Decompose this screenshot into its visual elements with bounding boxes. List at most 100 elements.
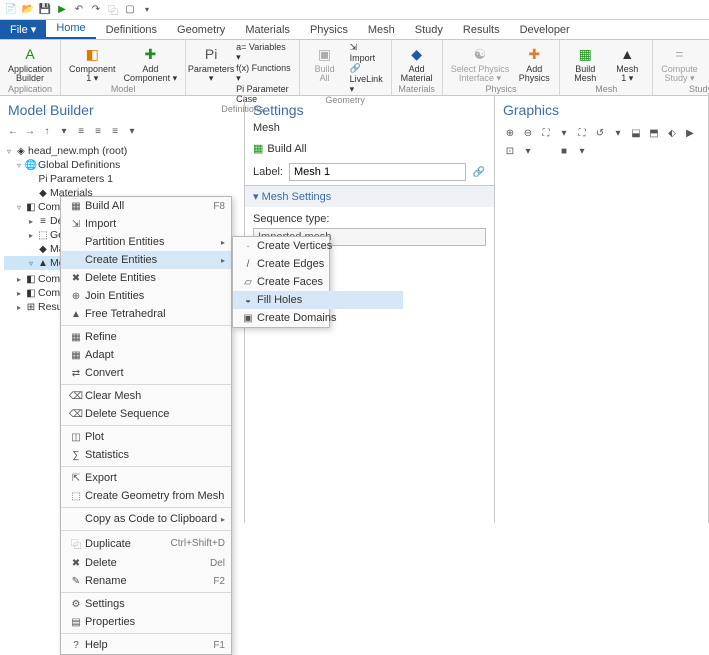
tree-node[interactable]: ▿◈head_new.mph (root) — [4, 144, 240, 158]
tab-home[interactable]: Home — [46, 19, 95, 39]
gx-tb-icon[interactable]: ↺ — [593, 126, 607, 140]
menu-join-entities[interactable]: ⊕Join Entities — [61, 287, 231, 305]
undo-icon[interactable]: ↶ — [72, 3, 86, 17]
mb-tb-icon[interactable]: ≡ — [108, 124, 122, 138]
gx-tb-icon[interactable] — [539, 144, 553, 158]
gx-tb-icon[interactable]: ⬓ — [629, 126, 643, 140]
ribbon-add[interactable]: ✚Add Component ▾ — [122, 42, 180, 84]
copy-icon[interactable]: ⿻ — [106, 3, 120, 17]
gx-tb-icon[interactable]: ▶ — [683, 126, 697, 140]
gx-tb-icon[interactable]: ▾ — [575, 144, 589, 158]
ribbon-stack-item[interactable]: 🔗 LiveLink ▾ — [348, 63, 385, 95]
play-icon[interactable]: ▶ — [55, 3, 69, 17]
open-icon[interactable]: 📂 — [21, 3, 35, 17]
quick-access-toolbar: 📄 📂 💾 ▶ ↶ ↷ ⿻ ▢ ▾ — [0, 0, 709, 20]
menu-partition-entities[interactable]: Partition Entities▸ — [61, 233, 231, 251]
ribbon-component[interactable]: ◧Component 1 ▾ — [67, 42, 118, 84]
menu-delete-sequence[interactable]: ⌫Delete Sequence — [61, 405, 231, 423]
model-builder-title: Model Builder — [8, 102, 236, 118]
gx-tb-icon[interactable]: ⊕ — [503, 126, 517, 140]
menu-properties[interactable]: ▤Properties — [61, 613, 231, 631]
doc-icon[interactable]: 📄 — [4, 3, 18, 17]
paste-icon[interactable]: ▢ — [123, 3, 137, 17]
sequence-type-label: Sequence type: — [253, 213, 486, 225]
menu-delete-entities[interactable]: ✖Delete Entities — [61, 269, 231, 287]
mb-tb-icon[interactable]: → — [23, 124, 37, 138]
ribbon-stack-item[interactable]: f(x) Functions ▾ — [234, 63, 293, 84]
ribbon-compute: =Compute Study ▾ — [659, 42, 700, 84]
mb-tb-icon[interactable]: ≡ — [74, 124, 88, 138]
model-builder-toolbar: ←→↑▾≡≡≡▾ — [0, 122, 244, 140]
tab-physics[interactable]: Physics — [300, 21, 358, 39]
save-icon[interactable]: 💾 — [38, 3, 52, 17]
dropdown-icon[interactable]: ▾ — [140, 3, 154, 17]
ribbon-stack-item[interactable]: a= Variables ▾ — [234, 42, 293, 63]
mb-tb-icon[interactable]: ≡ — [91, 124, 105, 138]
menu-adapt[interactable]: ▦Adapt — [61, 346, 231, 364]
menu-clear-mesh[interactable]: ⌫Clear Mesh — [61, 387, 231, 405]
gx-tb-icon[interactable]: ⬖ — [665, 126, 679, 140]
menu-help[interactable]: ?HelpF1 — [61, 636, 231, 654]
menu-create-vertices[interactable]: ·Create Vertices — [233, 237, 403, 255]
menu-refine[interactable]: ▦Refine — [61, 328, 231, 346]
menu-build-all[interactable]: ▦Build AllF8 — [61, 197, 231, 215]
gx-tb-icon[interactable]: ⛶ — [575, 126, 589, 140]
tab-study[interactable]: Study — [405, 21, 453, 39]
mb-tb-icon[interactable]: ▾ — [57, 124, 71, 138]
mb-tb-icon[interactable]: ↑ — [40, 124, 54, 138]
ribbon-application[interactable]: AApplication Builder — [6, 42, 54, 84]
gx-tb-icon[interactable]: ⬒ — [647, 126, 661, 140]
ribbon-add[interactable]: ◆Add Material — [398, 42, 436, 84]
build-all-button[interactable]: ▦Build All — [245, 138, 494, 159]
menu-convert[interactable]: ⇄Convert — [61, 364, 231, 382]
menu-copy-as-code-to-clipboard[interactable]: Copy as Code to Clipboard▸ — [61, 510, 231, 528]
menu-plot[interactable]: ◫Plot — [61, 428, 231, 446]
menu-import[interactable]: ⇲Import — [61, 215, 231, 233]
ribbon-build[interactable]: ▦Build Mesh — [566, 42, 604, 84]
tree-node[interactable]: ▿🌐Global Definitions — [4, 158, 240, 172]
ribbon-parameters[interactable]: PiParameters ▾ — [192, 42, 230, 104]
menu-create-faces[interactable]: ▱Create Faces — [233, 273, 403, 291]
tab-definitions[interactable]: Definitions — [96, 21, 167, 39]
settings-subtitle: Mesh — [245, 122, 494, 138]
gx-tb-icon[interactable]: ▾ — [611, 126, 625, 140]
menu-free-tetrahedral[interactable]: ▲Free Tetrahedral — [61, 305, 231, 323]
mb-tb-icon[interactable]: ▾ — [125, 124, 139, 138]
tab-geometry[interactable]: Geometry — [167, 21, 235, 39]
redo-icon[interactable]: ↷ — [89, 3, 103, 17]
gx-tb-icon[interactable]: ▾ — [521, 144, 535, 158]
menu-rename[interactable]: ✎RenameF2 — [61, 572, 231, 590]
label-link-icon[interactable]: 🔗 — [472, 165, 486, 179]
menu-create-entities[interactable]: Create Entities▸ — [61, 251, 231, 269]
tab-mesh[interactable]: Mesh — [358, 21, 405, 39]
menu-create-geometry-from-mesh[interactable]: ⬚Create Geometry from Mesh — [61, 487, 231, 505]
graphics-toolbar: ⊕ ⊖ ⛶ ▾ ⛶ ↺ ▾ ⬓ ⬒ ⬖ ▶ ⊡ ▾ ■ ▾ — [495, 122, 708, 162]
menu-create-edges[interactable]: /Create Edges — [233, 255, 403, 273]
tab-results[interactable]: Results — [453, 21, 510, 39]
gx-tb-icon[interactable]: ⊡ — [503, 144, 517, 158]
menu-fill-holes[interactable]: ◒Fill Holes — [233, 291, 403, 309]
menu-delete[interactable]: ✖DeleteDel — [61, 554, 231, 572]
tab-developer[interactable]: Developer — [510, 21, 580, 39]
label-input[interactable] — [289, 163, 466, 181]
gx-tb-icon[interactable]: ■ — [557, 144, 571, 158]
ribbon-add[interactable]: ✚Add Physics — [515, 42, 553, 84]
menu-duplicate[interactable]: ⿻DuplicateCtrl+Shift+D — [61, 533, 231, 554]
ribbon-stack-item[interactable]: ⇲ Import — [348, 42, 385, 63]
gx-tb-icon[interactable]: ⛶ — [539, 126, 553, 140]
mesh-settings-section[interactable]: ▾ Mesh Settings — [245, 186, 494, 207]
ribbon-add[interactable]: ✚Add Study — [704, 42, 709, 84]
tab-file[interactable]: File ▾ — [0, 20, 46, 39]
menu-statistics[interactable]: ∑Statistics — [61, 446, 231, 464]
gx-tb-icon[interactable]: ▾ — [557, 126, 571, 140]
menu-create-domains[interactable]: ▣Create Domains — [233, 309, 403, 327]
gx-tb-icon[interactable]: ⊖ — [521, 126, 535, 140]
graphics-pane: Graphics ⊕⊖⛶▾⛶↺▾⬓⬒⬖▶⊡▾■▾ — [495, 96, 709, 523]
mb-tb-icon[interactable]: ← — [6, 124, 20, 138]
tab-materials[interactable]: Materials — [235, 21, 300, 39]
menu-export[interactable]: ⇱Export — [61, 469, 231, 487]
graphics-canvas[interactable] — [495, 162, 708, 523]
tree-node[interactable]: PiParameters 1 — [4, 172, 240, 186]
menu-settings[interactable]: ⚙Settings — [61, 595, 231, 613]
ribbon-mesh[interactable]: ▲Mesh 1 ▾ — [608, 42, 646, 84]
